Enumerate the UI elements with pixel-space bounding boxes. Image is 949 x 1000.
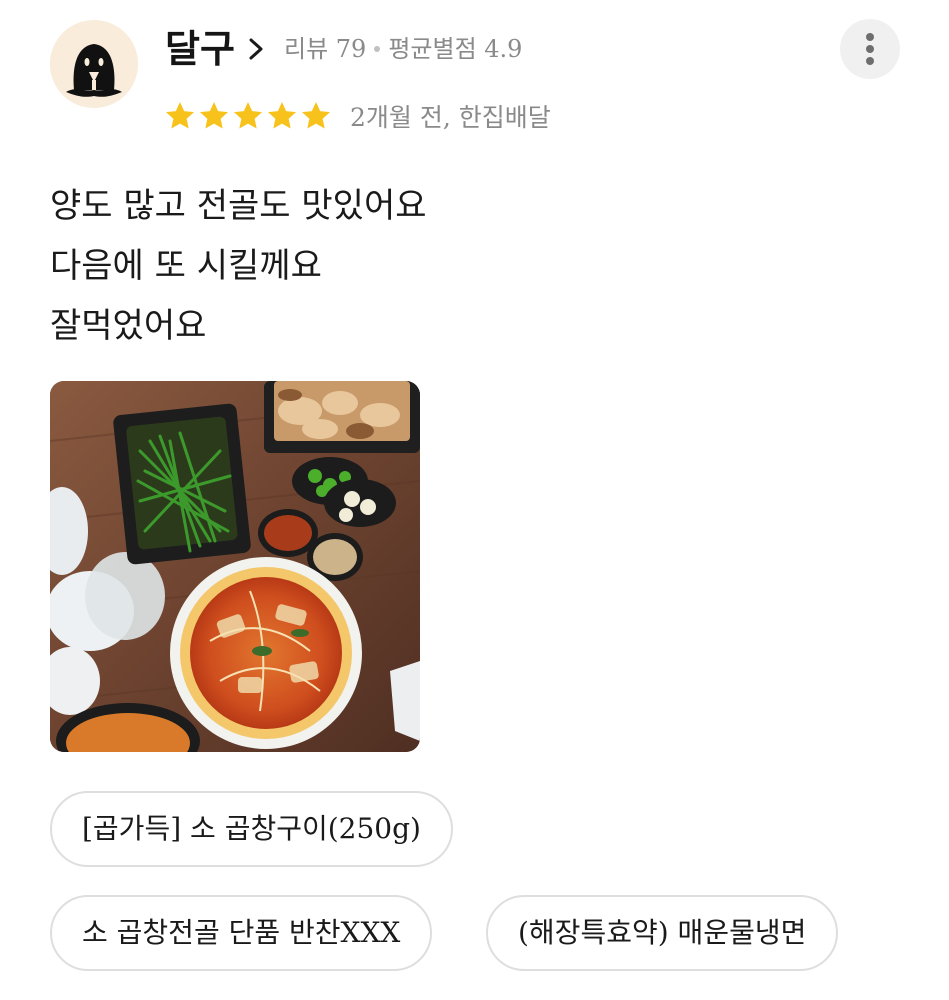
reviewer-avatar[interactable]	[50, 20, 138, 108]
review-line: 양도 많고 전골도 맛있어요	[50, 186, 427, 226]
star-rating	[164, 100, 332, 134]
more-vertical-icon-dot	[866, 57, 874, 65]
menu-tag-chip[interactable]: [곱가득] 소 곱창구이(250g)	[50, 791, 453, 867]
star-icon	[302, 102, 330, 129]
more-options-button[interactable]	[840, 19, 900, 79]
star-icon	[166, 102, 194, 129]
star-icon	[268, 102, 296, 129]
reviewer-name[interactable]: 달구	[165, 24, 235, 74]
review-date-delivery: 2개월 전, 한집배달	[350, 103, 551, 132]
average-rating: 평균별점 4.9	[388, 35, 523, 63]
star-icon	[200, 102, 228, 129]
food-photo	[50, 381, 420, 752]
menu-tag-chip[interactable]: 소 곱창전골 단품 반찬XXX	[50, 895, 433, 971]
menu-tag-chip[interactable]: (해장특효약) 매운물냉면	[486, 895, 839, 971]
review-line: 잘먹었어요	[50, 306, 207, 346]
review-body: 양도 많고 전골도 맛있어요 다음에 또 시킬께요 잘먹었어요	[50, 176, 427, 356]
separator-dot	[374, 45, 381, 52]
review-photo[interactable]	[50, 381, 420, 752]
reviewer-stats: 리뷰 79 평균별점 4.9	[284, 30, 522, 68]
more-vertical-icon-dot	[866, 45, 874, 53]
star-icon	[234, 102, 262, 129]
chevron-right-icon[interactable]	[243, 36, 269, 62]
review-line: 다음에 또 시킬께요	[50, 246, 322, 286]
more-vertical-icon-dot	[866, 33, 874, 41]
ghost-avatar-icon	[50, 20, 138, 108]
review-count: 리뷰 79	[284, 35, 367, 63]
